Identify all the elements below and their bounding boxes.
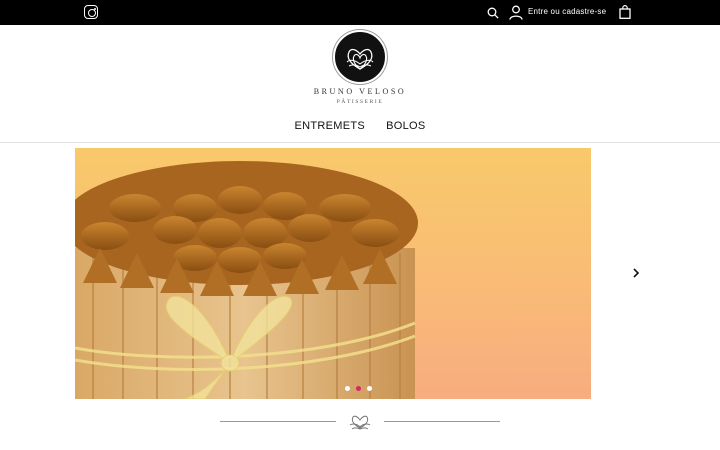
instagram-icon[interactable] [84, 5, 98, 19]
main-nav: ENTREMETS BOLOS [0, 120, 720, 132]
section-divider-left [220, 421, 336, 422]
carousel-dot[interactable] [345, 386, 350, 391]
brand-subtitle: PÂTISSERIE [336, 99, 384, 105]
shopping-bag-icon[interactable] [619, 5, 631, 19]
logo-emblem-icon [346, 48, 374, 70]
site-header: BRUNO VELOSO PÂTISSERIE ENTREMETS BOLOS [0, 25, 720, 143]
lotus-emblem-icon [349, 415, 371, 430]
nav-item-entremets[interactable]: ENTREMETS [294, 120, 365, 132]
hero-banner[interactable] [75, 148, 591, 399]
section-divider-right [384, 421, 500, 422]
brand-name: BRUNO VELOSO [313, 87, 407, 96]
carousel-dot-active[interactable] [356, 386, 361, 391]
nav-item-bolos[interactable]: BOLOS [386, 120, 425, 132]
user-icon[interactable] [509, 5, 523, 20]
search-icon[interactable] [487, 7, 499, 19]
top-bar: Entre ou cadastre-se [0, 0, 720, 25]
cake-image [75, 161, 418, 399]
chevron-right-icon[interactable] [631, 267, 641, 279]
login-link[interactable]: Entre ou cadastre-se [528, 7, 606, 16]
carousel-dot[interactable] [367, 386, 372, 391]
brand-logo[interactable] [333, 30, 387, 84]
